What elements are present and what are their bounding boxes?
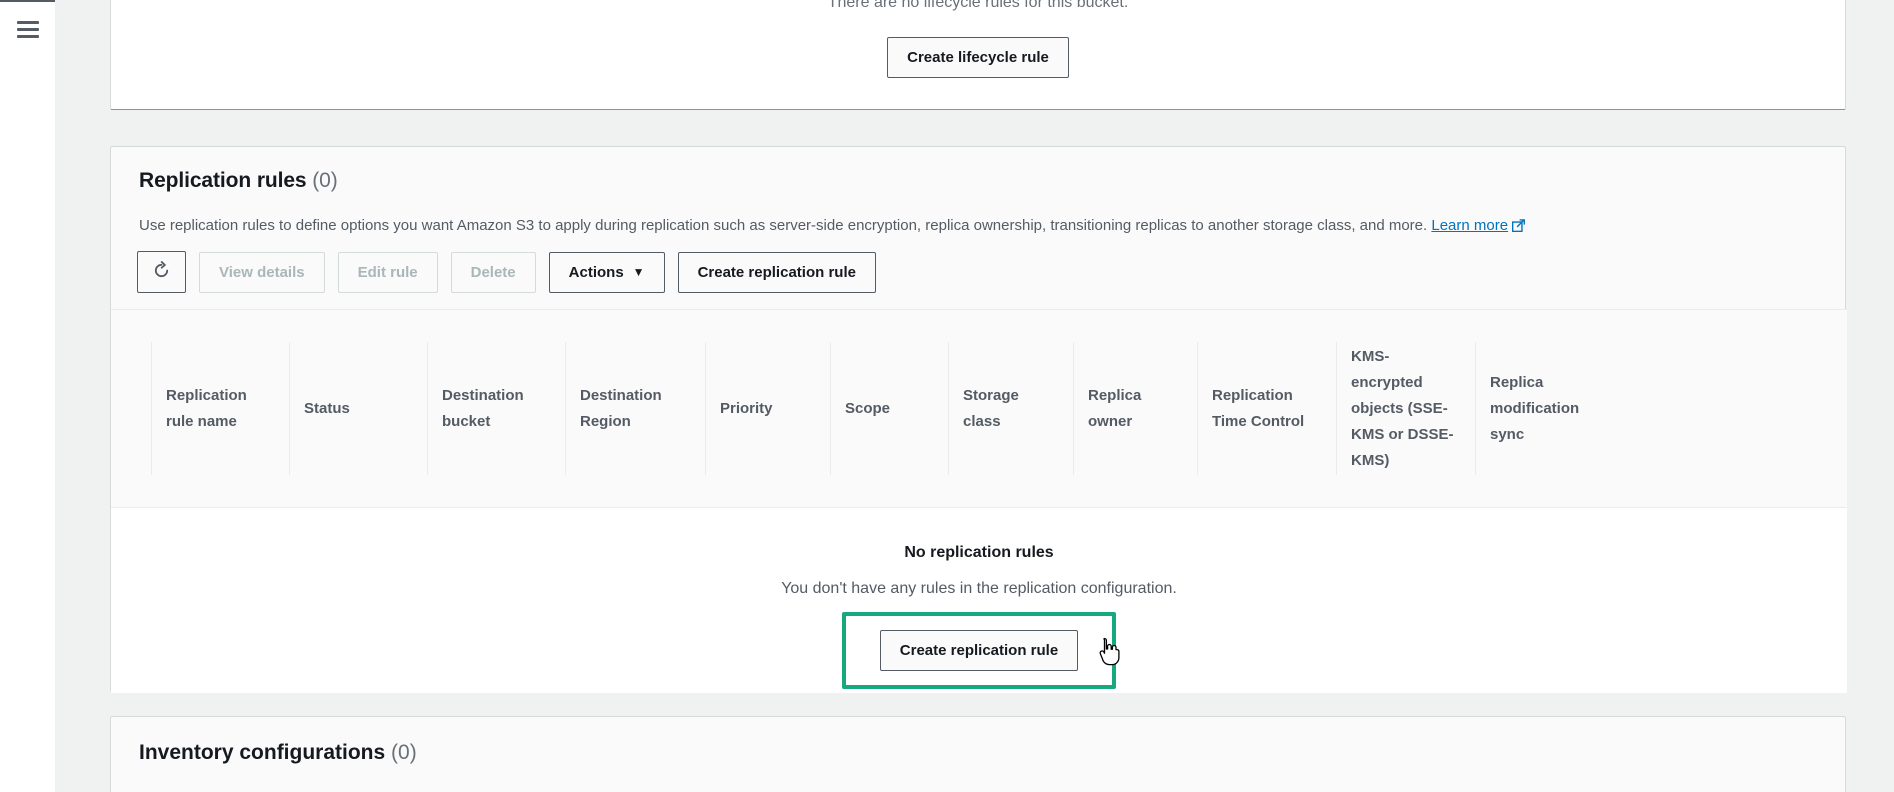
inventory-configurations-title: Inventory configurations (0) [139, 741, 417, 765]
column-header-replica-modification-sync[interactable]: Replica modification sync [1475, 342, 1625, 475]
replication-rules-table-header: Replication rule name Status Destination… [111, 310, 1847, 508]
create-replication-rule-empty-button[interactable]: Create replication rule [879, 630, 1079, 671]
hamburger-bar-2 [17, 28, 39, 31]
lifecycle-empty-state: There are no lifecycle rules for this bu… [111, 0, 1845, 78]
actions-label: Actions [568, 263, 624, 281]
inventory-configurations-title-text: Inventory configurations [139, 741, 386, 764]
create-lifecycle-rule-button[interactable]: Create lifecycle rule [887, 37, 1069, 78]
replication-rules-count: (0) [312, 169, 338, 192]
empty-state-subtitle: You don't have any rules in the replicat… [781, 580, 1177, 597]
replication-rules-description-text: Use replication rules to define options … [139, 217, 1428, 234]
inventory-configurations-card: Inventory configurations (0) [110, 716, 1846, 792]
lifecycle-rules-card: There are no lifecycle rules for this bu… [110, 0, 1846, 110]
replication-rules-empty-state: No replication rules You don't have any … [111, 508, 1847, 693]
hamburger-bar-3 [17, 35, 39, 38]
empty-state-button-wrap: Create replication rule [841, 612, 1117, 689]
learn-more-link[interactable]: Learn more [1431, 217, 1508, 234]
view-details-button[interactable]: View details [199, 251, 325, 293]
column-header-priority[interactable]: Priority [705, 342, 830, 475]
lifecycle-empty-text: There are no lifecycle rules for this bu… [827, 0, 1129, 11]
hamburger-bar-1 [17, 21, 39, 24]
column-header-kms-encrypted-objects[interactable]: KMS-encrypted objects (SSE-KMS or DSSE-K… [1336, 342, 1475, 475]
replication-rules-toolbar: View details Edit rule Delete Actions ▼ C… [137, 251, 876, 293]
rail-gutter [55, 0, 110, 792]
column-header-scope[interactable]: Scope [830, 342, 948, 475]
column-header-storage-class[interactable]: Storage class [948, 342, 1073, 475]
replication-rules-title: Replication rules (0) [139, 169, 338, 193]
column-header-replication-time-control[interactable]: Replication Time Control [1197, 342, 1336, 475]
column-header-replication-rule-name[interactable]: Replication rule name [151, 342, 289, 475]
chevron-down-icon: ▼ [632, 264, 645, 279]
learn-more-label: Learn more [1431, 217, 1509, 234]
create-replication-rule-toolbar-button[interactable]: Create replication rule [677, 251, 876, 293]
column-header-status[interactable]: Status [289, 342, 427, 475]
highlight-focus-ring: Create replication rule [841, 612, 1117, 689]
delete-button[interactable]: Delete [450, 251, 536, 293]
edit-rule-button[interactable]: Edit rule [337, 251, 438, 293]
left-navigation-rail [0, 0, 55, 792]
hamburger-icon[interactable] [17, 21, 39, 38]
replication-rules-description: Use replication rules to define options … [139, 216, 1526, 236]
replication-rules-title-text: Replication rules [139, 169, 307, 192]
actions-dropdown-button[interactable]: Actions ▼ [548, 251, 665, 293]
table-header-spacer [111, 342, 151, 475]
column-header-destination-bucket[interactable]: Destination bucket [427, 342, 565, 475]
column-header-replica-owner[interactable]: Replica owner [1073, 342, 1197, 475]
content-column: There are no lifecycle rules for this bu… [110, 0, 1847, 792]
refresh-button[interactable] [137, 251, 186, 293]
column-header-destination-region[interactable]: Destination Region [565, 342, 705, 475]
replication-rules-card: Replication rules (0) Use replication ru… [110, 146, 1847, 693]
replication-rules-table: Replication rule name Status Destination… [111, 309, 1847, 693]
inventory-configurations-count: (0) [391, 741, 417, 764]
lifecycle-create-button-wrap: Create lifecycle rule [111, 37, 1845, 78]
empty-state-title: No replication rules [904, 544, 1054, 561]
external-link-icon [1512, 218, 1526, 233]
refresh-icon [152, 261, 171, 284]
